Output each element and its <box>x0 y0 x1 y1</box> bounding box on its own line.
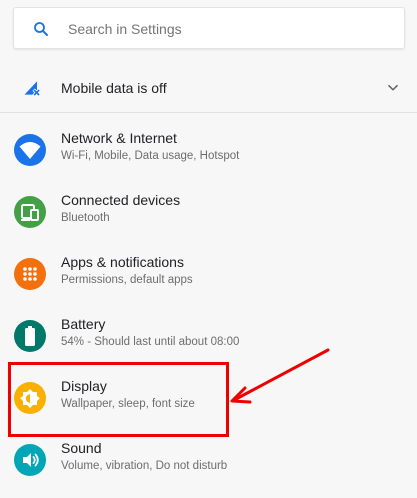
item-title: Battery <box>61 316 106 332</box>
item-subtitle: Volume, vibration, Do not disturb <box>61 460 228 472</box>
devices-icon <box>21 204 39 221</box>
apps-grid-icon <box>23 267 37 281</box>
search-icon <box>34 22 48 36</box>
search-placeholder: Search in Settings <box>68 21 182 37</box>
item-title: Sound <box>61 440 102 456</box>
sound-icon-badge <box>14 444 46 476</box>
item-subtitle: Wi-Fi, Mobile, Data usage, Hotspot <box>61 150 240 162</box>
mobile-data-off-icon <box>24 81 41 97</box>
settings-screen: Search in Settings Mobile data is off Ne… <box>0 0 417 498</box>
chevron-down-icon[interactable] <box>386 81 400 95</box>
devices-icon-badge <box>14 196 46 228</box>
settings-item-connected-devices[interactable]: Connected devices Bluetooth <box>0 185 417 241</box>
wifi-icon <box>19 142 41 159</box>
apps-icon-badge <box>14 258 46 290</box>
condition-mobile-data-off[interactable]: Mobile data is off <box>0 66 417 110</box>
network-icon-badge <box>14 134 46 166</box>
annotation-arrow-icon <box>230 348 330 404</box>
item-title: Network & Internet <box>61 130 177 146</box>
settings-item-battery[interactable]: Battery 54% - Should last until about 08… <box>0 309 417 365</box>
volume-icon <box>23 453 39 467</box>
item-subtitle: 54% - Should last until about 08:00 <box>61 336 240 348</box>
annotation-highlight-box <box>8 362 229 437</box>
divider <box>0 112 417 113</box>
item-subtitle: Bluetooth <box>61 212 110 224</box>
settings-item-sound[interactable]: Sound Volume, vibration, Do not disturb <box>0 433 417 489</box>
battery-icon <box>25 326 35 346</box>
item-title: Apps & notifications <box>61 254 184 270</box>
battery-icon-badge <box>14 320 46 352</box>
item-title: Connected devices <box>61 192 181 208</box>
item-subtitle: Permissions, default apps <box>61 274 193 286</box>
settings-item-apps-notifications[interactable]: Apps & notifications Permissions, defaul… <box>0 247 417 303</box>
settings-item-network[interactable]: Network & Internet Wi-Fi, Mobile, Data u… <box>0 123 417 179</box>
condition-label: Mobile data is off <box>61 80 167 96</box>
search-bar[interactable]: Search in Settings <box>13 7 405 49</box>
